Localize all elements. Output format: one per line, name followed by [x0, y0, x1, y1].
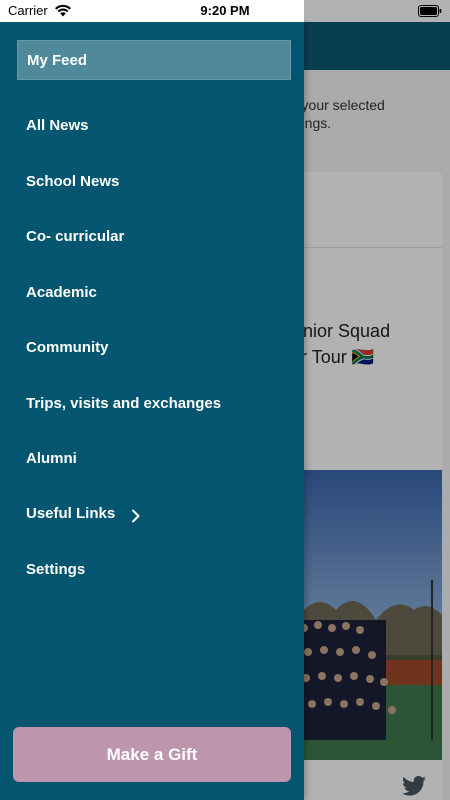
status-bar: Carrier 9:20 PM [0, 0, 450, 22]
menu-item-useful-links[interactable]: Useful Links [0, 491, 304, 537]
menu-item-label: Community [26, 339, 109, 356]
menu-item-label: Academic [26, 284, 97, 301]
menu-item-label: Trips, visits and exchanges [26, 395, 222, 412]
menu-item-school-news[interactable]: School News [0, 159, 304, 205]
menu-item-alumni[interactable]: Alumni [0, 436, 304, 482]
menu-item-community[interactable]: Community [0, 325, 304, 371]
make-a-gift-button[interactable]: Make a Gift [13, 727, 291, 782]
clock: 9:20 PM [200, 3, 250, 18]
menu-item-label: Useful Links [26, 505, 116, 522]
menu-item-label: All News [26, 117, 89, 134]
menu-item-label: Co- curricular [26, 228, 125, 245]
menu-item-trips[interactable]: Trips, visits and exchanges [0, 381, 304, 427]
chevron-right-icon [132, 509, 140, 523]
menu-item-my-feed[interactable]: My Feed [17, 40, 291, 80]
menu-item-all-news[interactable]: All News [0, 103, 304, 149]
menu-item-label: Alumni [26, 450, 77, 467]
menu-item-co-curricular[interactable]: Co- curricular [0, 214, 304, 260]
menu-item-settings[interactable]: Settings [0, 547, 304, 593]
menu-item-label: School News [26, 173, 120, 190]
menu-item-label: Settings [26, 561, 86, 578]
menu-item-label: My Feed [27, 52, 88, 69]
menu-item-academic[interactable]: Academic [0, 270, 304, 316]
battery-icon [418, 5, 442, 17]
navigation-drawer: My Feed All News School News Co- curricu… [0, 0, 304, 800]
